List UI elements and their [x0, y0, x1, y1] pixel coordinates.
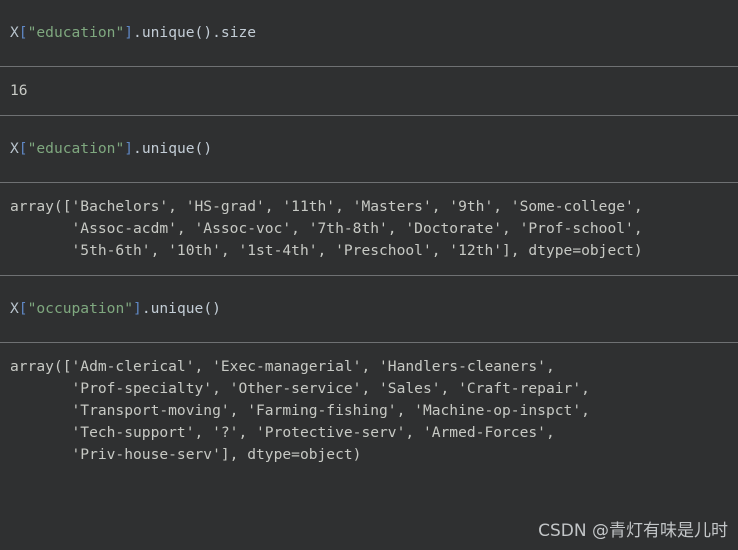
- code-token-variable: X: [10, 300, 19, 317]
- code-token-plain: .unique(): [133, 140, 213, 157]
- code-cell-education-size[interactable]: X["education"].unique().size: [0, 0, 738, 66]
- code-line: X["occupation"].unique(): [10, 298, 728, 320]
- output-line: array(['Adm-clerical', 'Exec-managerial'…: [10, 358, 555, 375]
- output-cell-education-size: 16: [0, 67, 738, 115]
- code-token-punct: ]: [124, 140, 134, 157]
- code-token-punct: [: [18, 140, 28, 157]
- output-line: 'Tech-support', '?', 'Protective-serv', …: [10, 424, 555, 441]
- output-cell-education-unique: array(['Bachelors', 'HS-grad', '11th', '…: [0, 183, 738, 275]
- code-token-punct: [: [18, 24, 28, 41]
- output-line: '5th-6th', '10th', '1st-4th', 'Preschool…: [10, 242, 643, 259]
- output-line: 16: [10, 82, 28, 99]
- code-token-variable: X: [10, 140, 19, 157]
- output-line: 'Assoc-acdm', 'Assoc-voc', '7th-8th', 'D…: [10, 220, 643, 237]
- code-token-punct: [: [18, 300, 28, 317]
- output-line: 'Transport-moving', 'Farming-fishing', '…: [10, 402, 590, 419]
- notebook-container: X["education"].unique().size 16 X["educati…: [0, 0, 738, 550]
- code-token-variable: X: [10, 24, 19, 41]
- output-line: 'Prof-specialty', 'Other-service', 'Sale…: [10, 380, 590, 397]
- code-token-punct: ]: [133, 300, 142, 317]
- code-token-string: "education": [27, 24, 125, 41]
- notebook-cells: X["education"].unique().size 16 X["educati…: [0, 0, 738, 479]
- code-token-string: "education": [27, 140, 125, 157]
- output-line: 'Priv-house-serv'], dtype=object): [10, 446, 362, 463]
- code-line: X["education"].unique().size: [10, 22, 728, 44]
- code-token-punct: ]: [124, 24, 134, 41]
- csdn-watermark: CSDN @青灯有味是儿时: [538, 521, 728, 541]
- code-token-string: "occupation": [27, 300, 134, 317]
- code-token-plain: .unique().size: [133, 24, 257, 41]
- code-cell-education-unique[interactable]: X["education"].unique(): [0, 116, 738, 182]
- code-cell-occupation-unique[interactable]: X["occupation"].unique(): [0, 276, 738, 342]
- code-token-plain: .unique(): [141, 300, 221, 317]
- output-cell-occupation-unique: array(['Adm-clerical', 'Exec-managerial'…: [0, 343, 738, 479]
- code-line: X["education"].unique(): [10, 138, 728, 160]
- output-line: array(['Bachelors', 'HS-grad', '11th', '…: [10, 198, 643, 215]
